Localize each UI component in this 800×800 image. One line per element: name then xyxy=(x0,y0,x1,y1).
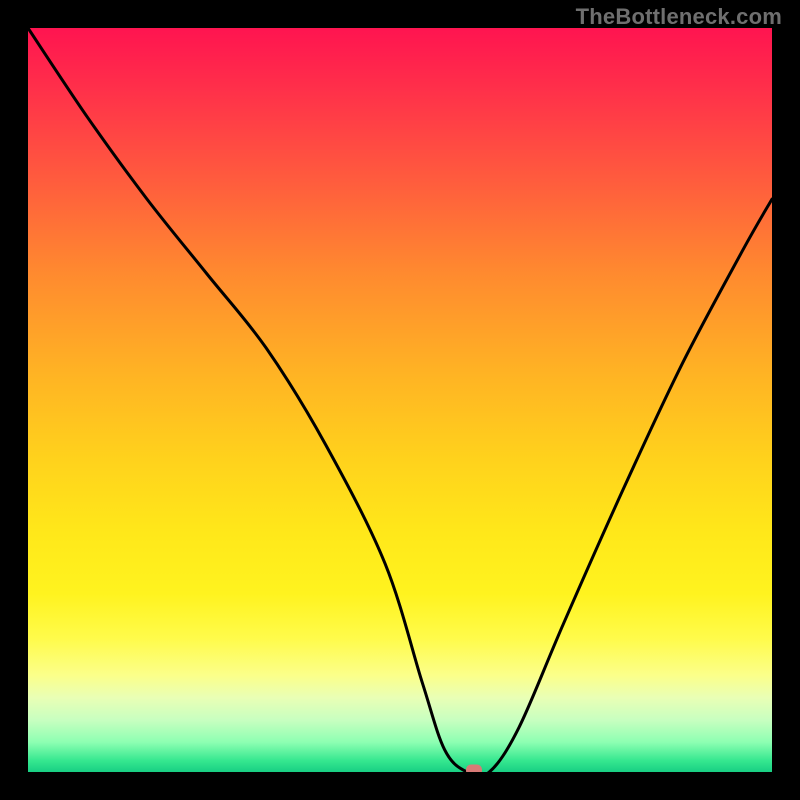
watermark-text: TheBottleneck.com xyxy=(576,4,782,30)
optimal-point-marker xyxy=(466,765,482,773)
bottleneck-curve xyxy=(28,28,772,772)
chart-frame: TheBottleneck.com xyxy=(0,0,800,800)
plot-area xyxy=(28,28,772,772)
